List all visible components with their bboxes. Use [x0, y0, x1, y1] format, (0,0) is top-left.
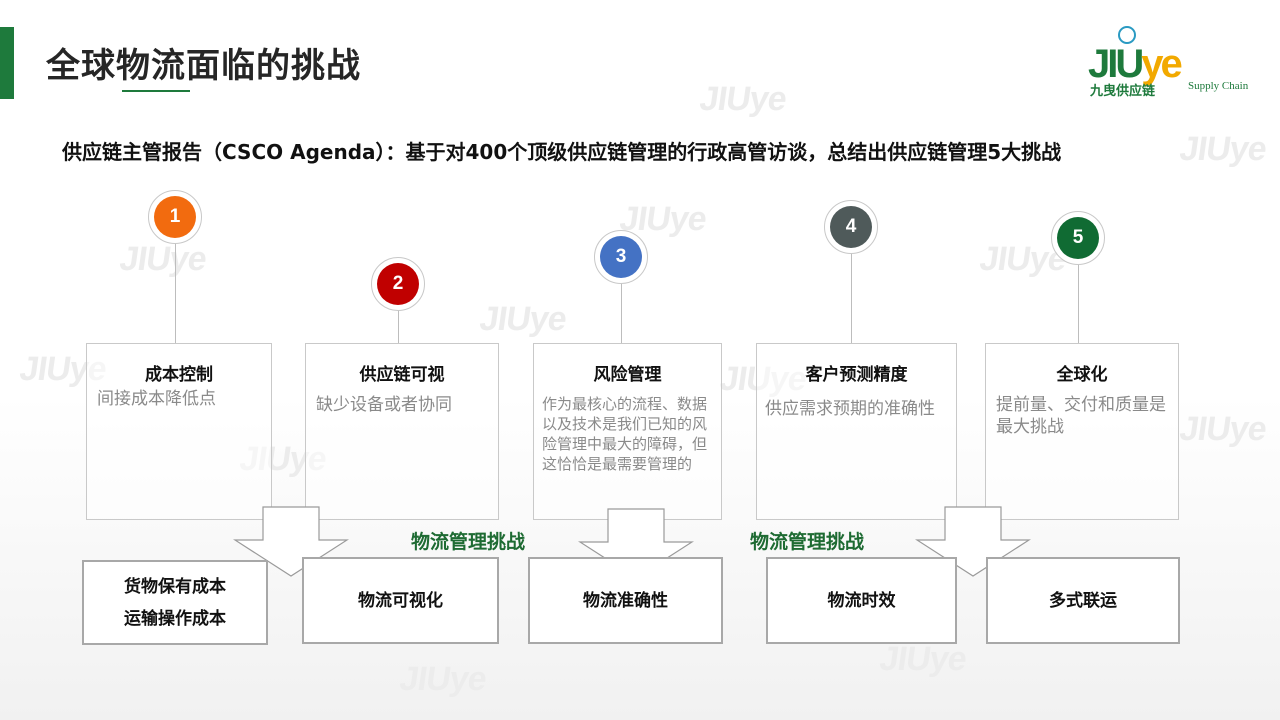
card-title: 成本控制: [145, 365, 213, 385]
card-title: 风险管理: [593, 365, 662, 385]
number-circle: 5: [1057, 217, 1099, 259]
box-line: 货物保有成本: [124, 576, 226, 597]
logistics-box-visibility: 物流可视化: [302, 557, 499, 644]
title-accent-bar: [0, 27, 14, 99]
connector-line: [851, 253, 852, 344]
challenge-card-visibility: 供应链可视 缺少设备或者协同: [305, 343, 499, 520]
number-circle: 4: [830, 206, 872, 248]
connector-line: [398, 309, 399, 344]
number-badge-1: 1: [148, 190, 202, 244]
card-description: 供应需求预期的准确性: [765, 399, 935, 419]
number-badge-5: 5: [1051, 211, 1105, 265]
card-description: 缺少设备或者协同: [316, 395, 452, 415]
card-description: 提前量、交付和质量是最大挑战: [996, 395, 1166, 437]
logo-wordmark: JIUye: [1088, 42, 1183, 86]
watermark: JIUye: [1177, 410, 1269, 448]
card-title: 供应链可视: [359, 365, 445, 385]
connector-line: [621, 283, 622, 344]
box-line: 物流可视化: [358, 590, 443, 611]
number-circle: 1: [154, 196, 196, 238]
title-underline: [122, 90, 190, 92]
watermark: JIUye: [397, 660, 489, 698]
logo-cn-text: 九曳供应链: [1090, 84, 1156, 99]
box-line: 运输操作成本: [124, 608, 226, 629]
logistics-box-cost: 货物保有成本 运输操作成本: [82, 560, 268, 645]
card-title: 客户预测精度: [805, 365, 908, 385]
watermark: JIUye: [1177, 130, 1269, 168]
number-badge-3: 3: [594, 230, 648, 284]
logistics-box-accuracy: 物流准确性: [528, 557, 723, 644]
brand-logo: JIUye 九曳供应链 Supply Chain: [1086, 22, 1256, 102]
challenge-card-global: 全球化 提前量、交付和质量是最大挑战: [985, 343, 1179, 520]
number-badge-2: 2: [371, 257, 425, 311]
challenge-card-risk: 风险管理 作为最核心的流程、数据以及技术是我们已知的风险管理中最大的障碍，但这恰…: [533, 343, 722, 520]
watermark: JIUye: [117, 240, 209, 278]
page-title: 全球物流面临的挑战: [46, 46, 361, 86]
logo-en-text: Supply Chain: [1188, 80, 1249, 92]
logistics-challenge-label: 物流管理挑战: [411, 531, 526, 553]
box-line: 多式联运: [1049, 590, 1117, 611]
logistics-box-multimodal: 多式联运: [986, 557, 1180, 644]
number-circle: 2: [377, 263, 419, 305]
logistics-box-timeliness: 物流时效: [766, 557, 957, 644]
card-title: 全球化: [1056, 365, 1108, 385]
box-line: 物流准确性: [583, 590, 668, 611]
box-line: 物流时效: [827, 590, 896, 611]
logistics-challenge-label: 物流管理挑战: [750, 531, 865, 553]
challenge-card-cost: 成本控制 间接成本降低点: [86, 343, 272, 520]
challenge-card-forecast: 客户预测精度 供应需求预期的准确性: [756, 343, 957, 520]
card-description: 间接成本降低点: [97, 389, 216, 409]
watermark: JIUye: [877, 640, 969, 678]
watermark: JIUye: [697, 80, 789, 118]
report-subtitle: 供应链主管报告（CSCO Agenda）：基于对400个顶级供应链管理的行政高管…: [62, 140, 1062, 164]
watermark: JIUye: [477, 300, 569, 338]
number-badge-4: 4: [824, 200, 878, 254]
card-description: 作为最核心的流程、数据以及技术是我们已知的风险管理中最大的障碍，但这恰恰是最需要…: [542, 395, 708, 473]
number-circle: 3: [600, 236, 642, 278]
connector-line: [175, 241, 176, 344]
connector-line: [1078, 264, 1079, 344]
